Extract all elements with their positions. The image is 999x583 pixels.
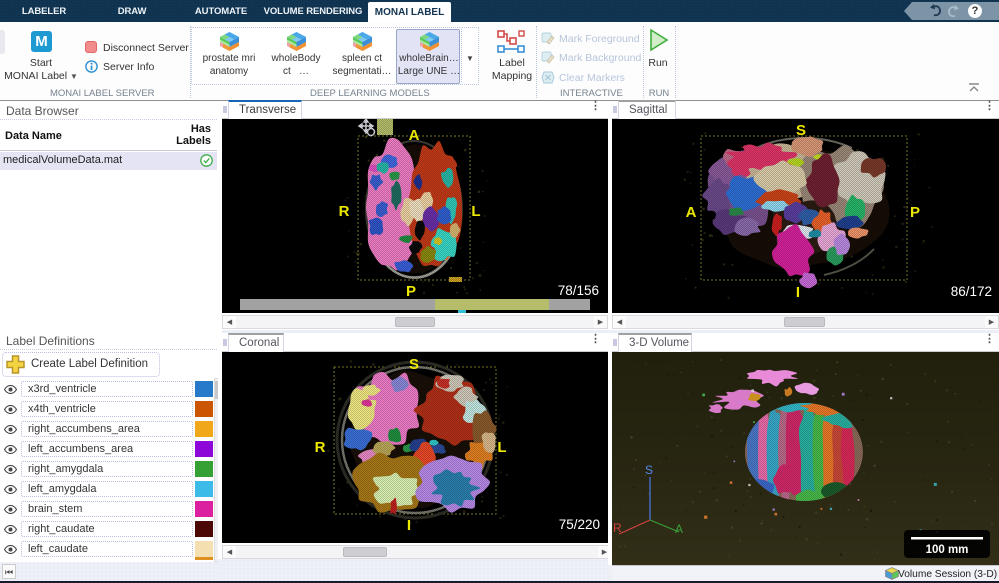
svg-text:I: I <box>407 517 411 534</box>
svg-text:75/220: 75/220 <box>559 517 600 532</box>
svg-text:100 mm: 100 mm <box>926 544 969 556</box>
svg-text:A: A <box>675 522 683 536</box>
svg-text:86/172: 86/172 <box>951 284 992 299</box>
svg-text:P: P <box>406 283 416 300</box>
svg-text:A: A <box>686 204 697 221</box>
svg-text:S: S <box>409 356 419 373</box>
svg-text:78/156: 78/156 <box>558 283 599 298</box>
svg-text:R: R <box>339 203 350 220</box>
svg-text:R: R <box>315 439 326 456</box>
svg-text:A: A <box>409 127 420 144</box>
svg-text:S: S <box>796 122 806 139</box>
svg-text:P: P <box>910 204 920 221</box>
svg-text:I: I <box>796 284 800 301</box>
svg-text:R: R <box>613 521 622 535</box>
svg-text:L: L <box>497 439 506 456</box>
svg-text:S: S <box>645 463 653 477</box>
svg-text:L: L <box>471 203 480 220</box>
